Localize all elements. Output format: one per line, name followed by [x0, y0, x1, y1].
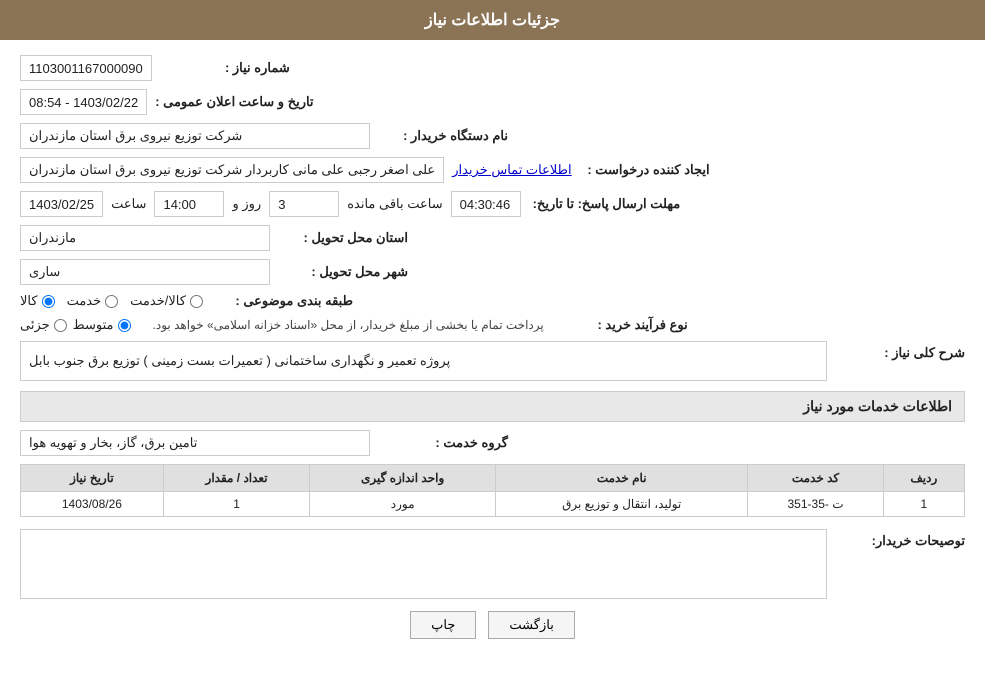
buyer-row: نام دستگاه خریدار : شرکت توزیع نیروی برق… [20, 123, 965, 149]
service-section-title: اطلاعات خدمات مورد نیاز [20, 391, 965, 422]
remaining-label: ساعت باقی مانده [347, 196, 442, 212]
announce-date-label: تاریخ و ساعت اعلان عمومی : [155, 94, 313, 110]
service-group-label: گروه خدمت : [378, 435, 508, 451]
process-note: پرداخت تمام یا بخشی از مبلغ خریدار، از م… [153, 318, 544, 332]
buyer-label: نام دستگاه خریدار : [378, 128, 508, 144]
process-radio-medium[interactable] [118, 319, 131, 332]
province-row: استان محل تحویل : مازندران [20, 225, 965, 251]
creator-value: علی اصغر رجبی علی مانی کاربردار شرکت توز… [20, 157, 444, 183]
category-kala-label: کالا [20, 293, 38, 309]
service-group-value: تامین برق، گاز، بخار و تهویه هوا [20, 430, 370, 456]
process-partial-label: جزئی [20, 317, 50, 333]
deadline-label: مهلت ارسال پاسخ: تا تاریخ: [533, 196, 681, 212]
announce-date-row: تاریخ و ساعت اعلان عمومی : 1403/02/22 - … [20, 89, 965, 115]
city-row: شهر محل تحویل : ساری [20, 259, 965, 285]
deadline-days-value: 3 [269, 191, 339, 217]
process-partial[interactable]: جزئی [20, 317, 67, 333]
button-row: بازگشت چاپ [20, 611, 965, 659]
cell-quantity: 1 [163, 492, 309, 517]
city-value: ساری [20, 259, 270, 285]
col-date: تاریخ نیاز [21, 465, 164, 492]
need-number-row: شماره نیاز : 1103001167000090 [20, 55, 965, 81]
category-row: طبقه بندی موضوعی : کالا/خدمت خدمت کالا [20, 293, 965, 309]
page-header: جزئیات اطلاعات نیاز [0, 0, 985, 40]
col-row: ردیف [883, 465, 964, 492]
col-name: نام خدمت [496, 465, 748, 492]
day-label: روز و [232, 196, 261, 212]
service-group-row: گروه خدمت : تامین برق، گاز، بخار و تهویه… [20, 430, 965, 456]
category-radio-khidmat[interactable] [105, 295, 118, 308]
deadline-row: مهلت ارسال پاسخ: تا تاریخ: 04:30:46 ساعت… [20, 191, 965, 217]
category-kala-khidmat[interactable]: کالا/خدمت [130, 293, 203, 309]
deadline-remaining-value: 04:30:46 [451, 191, 521, 217]
cell-name: تولید، انتقال و توزیع برق [496, 492, 748, 517]
category-kala[interactable]: کالا [20, 293, 55, 309]
category-kala-khidmat-label: کالا/خدمت [130, 293, 186, 309]
category-radio-kala[interactable] [42, 295, 55, 308]
time-label: ساعت [111, 196, 146, 212]
buyer-notes-input[interactable] [20, 529, 827, 599]
province-label: استان محل تحویل : [278, 230, 408, 246]
process-row: نوع فرآیند خرید : پرداخت تمام یا بخشی از… [20, 317, 965, 333]
col-unit: واحد اندازه گیری [310, 465, 496, 492]
need-number-value: 1103001167000090 [20, 55, 152, 81]
cell-unit: مورد [310, 492, 496, 517]
cell-row: 1 [883, 492, 964, 517]
page-title: جزئیات اطلاعات نیاز [425, 12, 560, 29]
process-medium[interactable]: متوسط [73, 317, 131, 333]
category-khidmat-label: خدمت [67, 293, 102, 309]
need-description-row: شرح کلی نیاز : پروژه تعمیر و نگهداری ساخ… [20, 341, 965, 381]
creator-label: ایجاد کننده درخواست : [580, 162, 710, 178]
deadline-date-value: 1403/02/25 [20, 191, 103, 217]
buyer-notes-label: توصیحات خریدار: [835, 529, 965, 549]
col-code: کد خدمت [748, 465, 883, 492]
col-quantity: تعداد / مقدار [163, 465, 309, 492]
buyer-value: شرکت توزیع نیروی برق استان مازندران [20, 123, 370, 149]
category-khidmat[interactable]: خدمت [67, 293, 119, 309]
process-medium-label: متوسط [73, 317, 114, 333]
services-table: ردیف کد خدمت نام خدمت واحد اندازه گیری ت… [20, 464, 965, 517]
need-desc-value: پروژه تعمیر و نگهداری ساختمانی ( تعمیرات… [20, 341, 827, 381]
table-row: 1 ت -35-351 تولید، انتقال و توزیع برق مو… [21, 492, 965, 517]
print-button[interactable]: چاپ [410, 611, 476, 639]
buyer-notes-row: توصیحات خریدار: [20, 529, 965, 599]
cell-date: 1403/08/26 [21, 492, 164, 517]
announce-date-value: 1403/02/22 - 08:54 [20, 89, 147, 115]
category-radio-kala-khidmat[interactable] [190, 295, 203, 308]
province-value: مازندران [20, 225, 270, 251]
back-button[interactable]: بازگشت [488, 611, 574, 639]
deadline-time-value: 14:00 [154, 191, 224, 217]
creator-row: ایجاد کننده درخواست : اطلاعات تماس خریدا… [20, 157, 965, 183]
city-label: شهر محل تحویل : [278, 264, 408, 280]
process-label: نوع فرآیند خرید : [558, 317, 688, 333]
process-radio-partial[interactable] [54, 319, 67, 332]
need-number-label: شماره نیاز : [160, 60, 290, 76]
creator-contact-link[interactable]: اطلاعات تماس خریدار [452, 162, 571, 178]
need-desc-label: شرح کلی نیاز : [835, 341, 965, 361]
cell-code: ت -35-351 [748, 492, 883, 517]
category-label: طبقه بندی موضوعی : [223, 293, 353, 309]
